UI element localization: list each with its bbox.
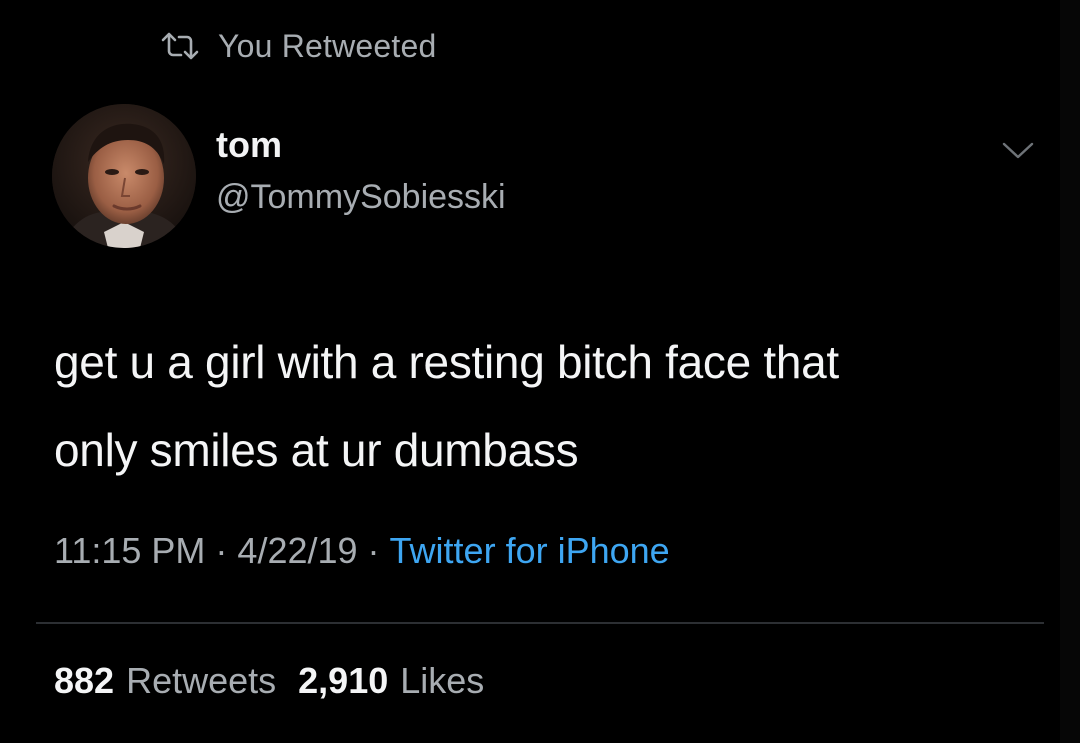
separator: · bbox=[367, 530, 380, 571]
tweet-source-link[interactable]: Twitter for iPhone bbox=[390, 530, 670, 571]
tweet-date[interactable]: 4/22/19 bbox=[237, 530, 357, 571]
likes-stat[interactable]: 2,910 Likes bbox=[298, 660, 484, 702]
retweet-icon bbox=[161, 32, 199, 60]
tweet-meta: 11:15 PM · 4/22/19 · Twitter for iPhone bbox=[54, 530, 670, 572]
tweet-text: get u a girl with a resting bitch face t… bbox=[54, 318, 1044, 494]
retweet-label: You Retweeted bbox=[218, 27, 437, 64]
retweets-count: 882 bbox=[54, 660, 115, 701]
chevron-down-icon[interactable] bbox=[1000, 136, 1036, 164]
retweets-stat[interactable]: 882 Retweets bbox=[54, 660, 276, 702]
display-name[interactable]: tom bbox=[216, 124, 282, 166]
retweets-label: Retweets bbox=[126, 660, 277, 701]
divider bbox=[36, 622, 1044, 624]
tweet-time[interactable]: 11:15 PM bbox=[54, 530, 205, 571]
tweet-stats: 882 Retweets 2,910 Likes bbox=[54, 660, 506, 702]
user-handle[interactable]: @TommySobiesski bbox=[216, 178, 506, 217]
profile-photo bbox=[52, 104, 196, 248]
likes-label: Likes bbox=[400, 660, 485, 701]
tweet-text-line: get u a girl with a resting bitch face t… bbox=[54, 336, 839, 388]
screen-edge bbox=[1060, 0, 1080, 743]
separator: · bbox=[215, 530, 228, 571]
likes-count: 2,910 bbox=[298, 660, 389, 701]
avatar[interactable] bbox=[52, 104, 196, 248]
tweet-text-line: only smiles at ur dumbass bbox=[54, 424, 579, 476]
tweet-detail: You Retweeted tom @TommySobiesski get u … bbox=[0, 0, 1080, 743]
retweet-banner: You Retweeted bbox=[160, 24, 436, 68]
